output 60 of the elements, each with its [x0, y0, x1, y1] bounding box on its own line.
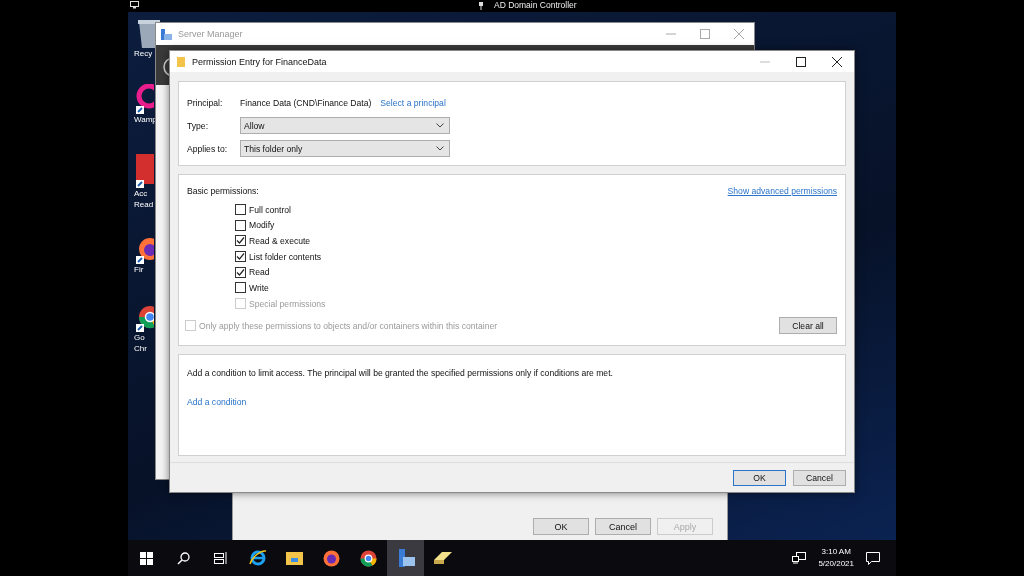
pin-icon[interactable] — [478, 2, 484, 10]
folder-icon — [286, 551, 303, 565]
checkbox[interactable] — [235, 219, 246, 231]
eraser-icon — [433, 552, 452, 564]
checkbox-label: Write — [249, 282, 269, 293]
checkbox-label: Modify — [249, 220, 275, 231]
checkbox[interactable] — [235, 282, 246, 294]
close-icon[interactable] — [832, 56, 842, 67]
condition-description: Add a condition to limit access. The principal will be granted the specified permissions only if conditions are met. — [187, 368, 613, 378]
checkbox-label: Only apply these permissions to objects and/or containers within this container — [199, 320, 498, 331]
chevron-icon — [436, 123, 444, 128]
dialog-button[interactable]: OK — [733, 469, 786, 486]
dialog-button[interactable]: OK — [533, 518, 589, 535]
dropdown[interactable]: Allow — [240, 117, 450, 134]
clear-all-button[interactable]: Clear all — [779, 317, 837, 335]
desktop-icon-label[interactable]: Recy — [134, 48, 153, 59]
chevron-icon — [436, 146, 444, 151]
server-icon — [396, 549, 415, 567]
principal-name: Finance Data (CND\Finance Data) — [240, 97, 372, 108]
checkbox-label: Special permissions — [249, 298, 326, 309]
clock[interactable]: 3:10 AM 5/20/2021 — [818, 546, 854, 570]
checkbox-label: Read — [249, 267, 270, 278]
maximize-icon[interactable] — [796, 56, 806, 67]
advanced-permissions-link[interactable]: Show advanced permissions — [727, 186, 837, 196]
checkbox-label: Read & execute — [249, 235, 311, 246]
connection-title: AD Domain Controller — [494, 0, 577, 11]
dropdown[interactable]: This folder only — [240, 140, 450, 157]
add-condition-link[interactable]: Add a condition — [187, 397, 247, 407]
ring-icon[interactable] — [136, 84, 154, 114]
desktop-icon-label[interactable]: Fir — [134, 264, 144, 275]
taskbar-button[interactable] — [387, 540, 424, 576]
dialog-button[interactable]: Cancel — [595, 518, 651, 535]
document-icon[interactable] — [136, 154, 154, 188]
checkbox[interactable] — [235, 204, 246, 215]
chrome-icon — [360, 549, 377, 567]
checkbox[interactable] — [235, 266, 246, 278]
field-label: Applies to: — [187, 143, 229, 154]
window-title: Permission Entry for FinanceData — [192, 56, 327, 67]
checkbox[interactable] — [235, 235, 246, 247]
field-label: Type: — [187, 120, 210, 131]
dialog-button[interactable]: Cancel — [793, 469, 846, 486]
desktop-icon-label[interactable]: Go Chr — [134, 332, 147, 354]
monitor-icon — [130, 1, 139, 9]
checkbox[interactable] — [235, 251, 246, 263]
section-label: Basic permissions: — [187, 186, 259, 196]
task-view-icon — [213, 552, 228, 564]
desktop-icon-label[interactable]: Acc Read — [134, 188, 154, 210]
window-title: Server Manager — [178, 29, 243, 39]
folder-icon — [177, 56, 185, 67]
notification-icon[interactable] — [866, 551, 880, 565]
browser-icon — [248, 549, 267, 567]
server-icon — [161, 28, 172, 40]
field-label: Principal: — [187, 97, 224, 108]
checkbox-label: Full control — [249, 204, 292, 215]
select-principal-link[interactable]: Select a principal — [380, 97, 446, 108]
start-icon — [140, 551, 153, 565]
checkbox-label: List folder contents — [249, 251, 322, 262]
network-icon[interactable] — [792, 552, 807, 564]
search-icon — [177, 551, 190, 565]
fox-browser-icon — [323, 549, 340, 567]
